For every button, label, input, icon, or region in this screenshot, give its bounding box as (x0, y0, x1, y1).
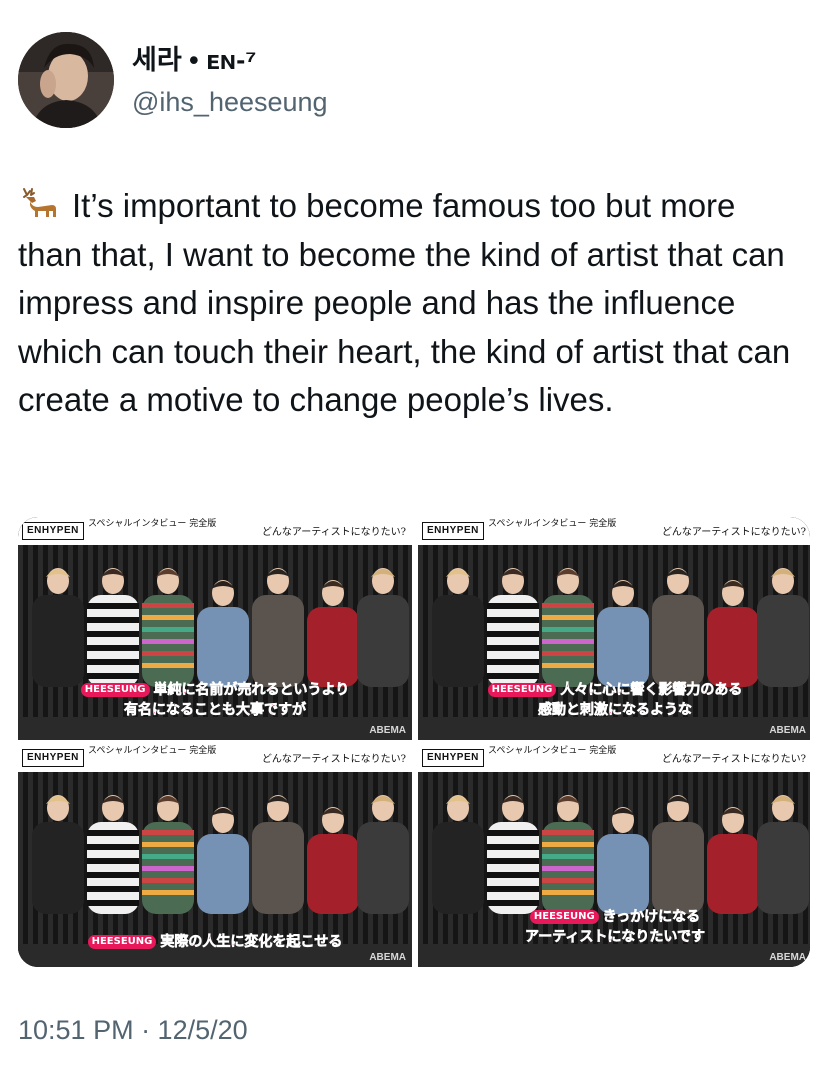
abema-watermark: ABEMA (369, 952, 406, 963)
question-caption: どんなアーティストになりたい? (261, 527, 406, 538)
abema-watermark: ABEMA (369, 725, 406, 736)
subtitle-line-1: 単純に名前が売れるというより (153, 682, 350, 699)
tweet-text: It’s important to become famous too but … (18, 182, 808, 425)
subtitle-line-2: 有名になることも大事ですが (124, 702, 307, 719)
tweet-body: It’s important to become famous too but … (18, 187, 791, 418)
video-header-bar: ENHYPEN スペシャルインタビュー 完全版 どんなアーティストになりたい? (418, 744, 810, 772)
special-interview-label: スペシャルインタビュー 完全版 (488, 519, 617, 529)
media-tile[interactable]: ENHYPEN スペシャルインタビュー 完全版 どんなアーティストになりたい? … (418, 517, 810, 740)
video-header-bar: ENHYPEN スペシャルインタビュー 完全版 どんなアーティストになりたい? (18, 517, 412, 545)
media-tile[interactable]: ENHYPEN スペシャルインタビュー 完全版 どんなアーティストになりたい? … (18, 744, 412, 967)
speaker-tag: HEESEUNG (529, 910, 599, 924)
tweet-timestamp[interactable]: 10:51 PM · 12/5/20 (18, 1012, 248, 1048)
enhypen-logo: ENHYPEN (422, 749, 484, 767)
speaker-tag: HEESEUNG (80, 683, 150, 697)
avatar[interactable] (18, 32, 114, 128)
subtitle-line-1: きっかけになる (602, 909, 701, 926)
subtitle: HEESEUNG きっかけになる アーティストになりたいです (418, 907, 810, 947)
subtitle: HEESEUNG 人々に心に響く影響力のある 感動と刺激になるような (418, 680, 810, 720)
special-interview-label: スペシャルインタビュー 完全版 (88, 746, 217, 756)
deer-icon (23, 188, 56, 217)
subtitle: HEESEUNG 実際の人生に変化を起こせる (18, 932, 412, 952)
subtitle-line-2: 感動と刺激になるような (538, 702, 693, 719)
special-interview-label: スペシャルインタビュー 完全版 (488, 746, 617, 756)
media-grid: ENHYPEN スペシャルインタビュー 完全版 どんなアーティストになりたい? … (18, 517, 810, 967)
subtitle-line-1: 実際の人生に変化を起こせる (160, 934, 343, 951)
enhypen-logo: ENHYPEN (22, 522, 84, 540)
special-interview-label: スペシャルインタビュー 完全版 (88, 519, 217, 529)
question-caption: どんなアーティストになりたい? (661, 527, 806, 538)
media-tile[interactable]: ENHYPEN スペシャルインタビュー 完全版 どんなアーティストになりたい? … (418, 744, 810, 967)
tweet-header: 세라 • ᴇɴ-⁷ @ihs_heeseung (18, 32, 798, 132)
display-name[interactable]: 세라 • ᴇɴ-⁷ (132, 42, 328, 78)
enhypen-logo: ENHYPEN (422, 522, 484, 540)
question-caption: どんなアーティストになりたい? (261, 754, 406, 765)
abema-watermark: ABEMA (769, 952, 806, 963)
enhypen-logo: ENHYPEN (22, 749, 84, 767)
subtitle: HEESEUNG 単純に名前が売れるというより 有名になることも大事ですが (18, 680, 412, 720)
abema-watermark: ABEMA (769, 725, 806, 736)
video-header-bar: ENHYPEN スペシャルインタビュー 完全版 どんなアーティストになりたい? (18, 744, 412, 772)
speaker-tag: HEESEUNG (87, 935, 157, 949)
subtitle-line-1: 人々に心に響く影響力のある (560, 682, 743, 699)
avatar-photo-icon (18, 32, 114, 128)
media-tile[interactable]: ENHYPEN スペシャルインタビュー 完全版 どんなアーティストになりたい? … (18, 517, 412, 740)
speaker-tag: HEESEUNG (487, 683, 557, 697)
subtitle-line-2: アーティストになりたいです (525, 929, 706, 946)
question-caption: どんなアーティストになりたい? (661, 754, 806, 765)
user-handle[interactable]: @ihs_heeseung (132, 84, 328, 120)
video-header-bar: ENHYPEN スペシャルインタビュー 完全版 どんなアーティストになりたい? (418, 517, 810, 545)
